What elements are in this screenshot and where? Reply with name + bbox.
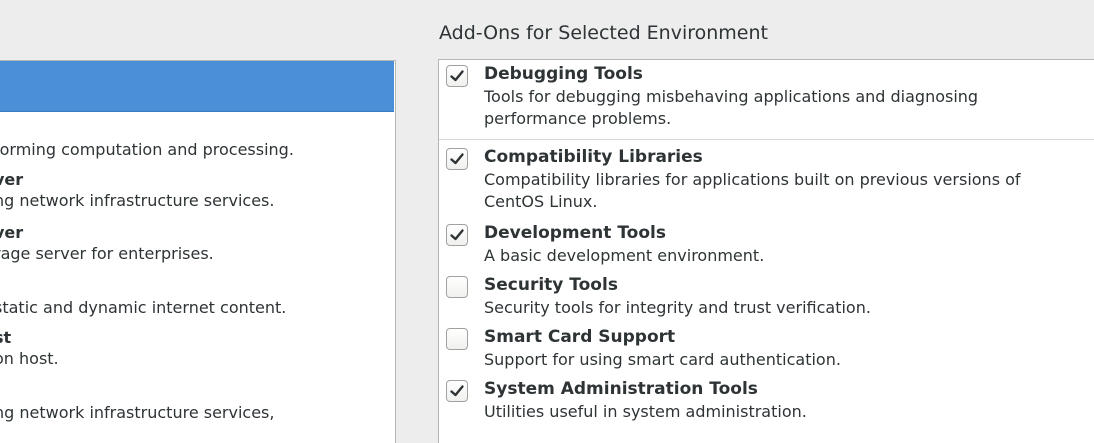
environment-description: forming computation and processing. xyxy=(0,140,294,159)
checkmark-icon xyxy=(450,385,464,397)
addon-description: Tools for debugging misbehaving applicat… xyxy=(484,87,979,128)
base-environment-list[interactable]: forming computation and processing. ver … xyxy=(0,60,396,443)
addon-description: Utilities useful in system administratio… xyxy=(484,402,807,421)
environment-item[interactable]: ver rage server for enterprises. xyxy=(0,222,214,264)
environment-description: ng network infrastructure services. xyxy=(0,191,275,210)
addon-name: Development Tools xyxy=(484,223,666,243)
addons-list[interactable]: Debugging Tools Tools for debugging misb… xyxy=(438,59,1094,443)
checkmark-icon xyxy=(450,229,464,241)
environment-description: ng network infrastructure services, xyxy=(0,403,275,422)
environment-item[interactable]: ng network infrastructure services, xyxy=(0,402,274,423)
environment-title: ver xyxy=(0,223,24,242)
checkmark-icon xyxy=(450,153,464,165)
addon-separator xyxy=(439,139,1094,140)
addon-description: Support for using smart card authenticat… xyxy=(484,350,841,369)
addon-name: Smart Card Support xyxy=(484,327,676,347)
environment-item[interactable]: static and dynamic internet content. xyxy=(0,297,286,318)
environment-item[interactable]: st on host. xyxy=(0,327,59,369)
environment-description: on host. xyxy=(0,349,59,368)
addon-description: Security tools for integrity and trust v… xyxy=(484,298,871,317)
software-selection-page: forming computation and processing. ver … xyxy=(0,0,1094,443)
addons-heading: Add-Ons for Selected Environment xyxy=(439,22,768,44)
addon-checkbox[interactable] xyxy=(446,328,468,350)
addon-description: A basic development environment. xyxy=(484,246,765,265)
addon-name: Debugging Tools xyxy=(484,64,643,84)
addon-checkbox[interactable] xyxy=(446,276,468,298)
environment-description: rage server for enterprises. xyxy=(0,244,214,263)
addon-checkbox[interactable] xyxy=(446,380,468,402)
addon-description: Compatibility libraries for applications… xyxy=(484,170,1021,211)
environment-title: st xyxy=(0,328,12,347)
addon-checkbox[interactable] xyxy=(446,148,468,170)
environment-item[interactable]: ver ng network infrastructure services. xyxy=(0,169,274,211)
checkmark-icon xyxy=(450,70,464,82)
environment-title: ver xyxy=(0,170,24,189)
addon-checkbox[interactable] xyxy=(446,65,468,87)
environment-item[interactable]: forming computation and processing. xyxy=(0,139,294,160)
environment-description: static and dynamic internet content. xyxy=(0,298,287,317)
selected-environment-row[interactable] xyxy=(0,61,394,112)
addon-name: Compatibility Libraries xyxy=(484,147,703,167)
addon-name: Security Tools xyxy=(484,275,618,295)
addon-checkbox[interactable] xyxy=(446,224,468,246)
addon-name: System Administration Tools xyxy=(484,379,758,399)
